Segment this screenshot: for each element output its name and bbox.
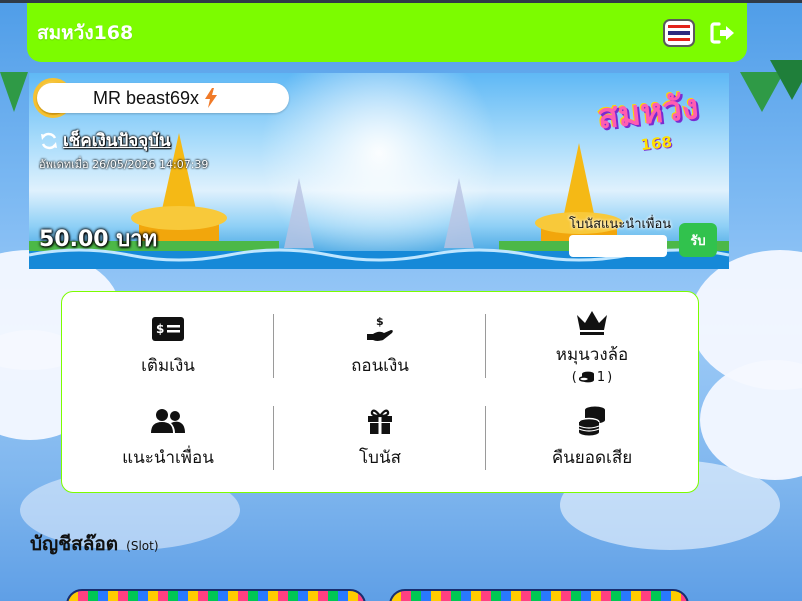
slot-section-subtitle: (Slot)	[126, 539, 159, 553]
menu-item-deposit[interactable]: $ เติมเงิน	[62, 300, 274, 392]
last-updated-text: อัพเดทเมื่อ 26/05/2026 14:07:39	[39, 158, 209, 171]
logout-icon	[710, 21, 734, 44]
card-bunting-decoration	[68, 591, 364, 601]
top-header: สมหวัง168	[27, 3, 747, 62]
users-icon	[151, 408, 185, 433]
withdraw-hand-icon: $	[367, 315, 393, 341]
slot-account-card[interactable]	[66, 589, 366, 601]
brand-logo-badge: สมหวัง 168	[595, 87, 725, 169]
quick-menu: $ เติมเงิน $ ถอนเงิน หมุนวงล้อ (1) แนะ…	[61, 291, 699, 493]
user-pill: MR beast69x	[37, 83, 289, 113]
coins-stack-icon	[578, 406, 605, 435]
check-balance-link[interactable]: เช็คเงินปัจจุบัน	[39, 127, 171, 154]
referral-bonus-label: โบนัสแนะนำเพื่อน	[569, 217, 672, 232]
menu-label-deposit: เติมเงิน	[141, 355, 195, 376]
svg-text:$: $	[156, 322, 164, 336]
check-balance-label: เช็คเงินปัจจุบัน	[63, 131, 171, 151]
menu-label-bonus: โบนัส	[359, 447, 401, 468]
slot-account-card[interactable]	[389, 589, 689, 601]
referral-bonus-input[interactable]	[569, 235, 667, 257]
crown-icon	[577, 311, 607, 335]
claim-referral-button[interactable]: รับ	[679, 223, 717, 257]
menu-label-cashback: คืนยอดเสีย	[551, 447, 633, 468]
language-switch-button[interactable]	[663, 18, 695, 47]
menu-item-withdraw[interactable]: $ ถอนเงิน	[274, 300, 486, 392]
card-bunting-decoration	[391, 591, 687, 601]
deposit-bill-icon: $	[152, 316, 184, 341]
logout-button[interactable]	[709, 19, 737, 47]
svg-text:$: $	[376, 315, 384, 328]
username: MR beast69x	[93, 87, 200, 108]
refresh-icon	[41, 132, 57, 149]
menu-label-withdraw: ถอนเงิน	[351, 355, 409, 376]
coins-small-icon	[578, 371, 594, 383]
slot-section-heading: บัญชีสล๊อต (Slot)	[30, 529, 159, 559]
menu-item-bonus[interactable]: โบนัส	[274, 392, 486, 484]
gift-icon	[368, 409, 392, 434]
thai-flag-icon	[668, 24, 690, 41]
header-actions	[663, 18, 737, 47]
lightning-icon	[205, 88, 218, 108]
spin-count-value: 1	[596, 370, 606, 385]
slot-section-title: บัญชีสล๊อต	[30, 533, 119, 555]
spin-count: ( 1)	[571, 370, 613, 385]
wallet-banner: $ MR beast69x เช็คเงินปัจจุบัน อัพเดทเมื…	[29, 73, 729, 269]
balance-amount: 50.00 บาท	[39, 227, 158, 252]
menu-item-cashback[interactable]: คืนยอดเสีย	[486, 392, 698, 484]
menu-item-refer-friend[interactable]: แนะนำเพื่อน	[62, 392, 274, 484]
menu-item-spin-wheel[interactable]: หมุนวงล้อ ( 1)	[486, 300, 698, 392]
menu-label-spin-wheel: หมุนวงล้อ	[555, 345, 629, 365]
brand-logo-text[interactable]: สมหวัง168	[37, 18, 133, 48]
menu-label-refer-friend: แนะนำเพื่อน	[122, 447, 214, 468]
